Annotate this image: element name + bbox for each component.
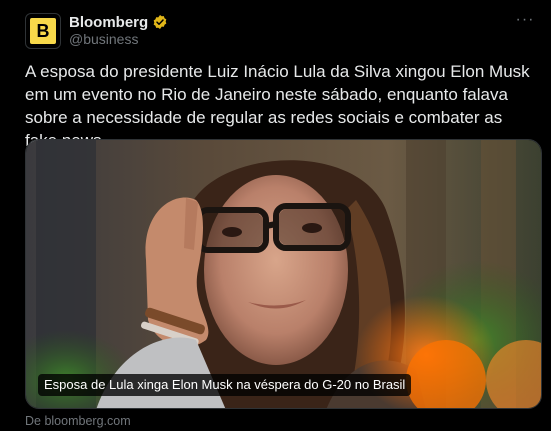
verified-badge-icon	[152, 14, 168, 30]
tweet[interactable]: B Bloomberg @business ··· A esposa do pr…	[0, 0, 551, 431]
author-handle[interactable]: @business	[69, 31, 138, 47]
author-row: Bloomberg	[69, 12, 168, 32]
more-options-icon[interactable]: ···	[515, 10, 535, 30]
card-source-link[interactable]: De bloomberg.com	[25, 414, 131, 428]
card-photo	[26, 140, 541, 408]
card-caption: Esposa de Lula xinga Elon Musk na vésper…	[38, 374, 412, 396]
link-card[interactable]: Esposa de Lula xinga Elon Musk na vésper…	[25, 139, 542, 409]
author-name[interactable]: Bloomberg	[69, 14, 148, 31]
bloomberg-logo: B	[30, 18, 56, 44]
avatar[interactable]: B	[25, 13, 61, 49]
